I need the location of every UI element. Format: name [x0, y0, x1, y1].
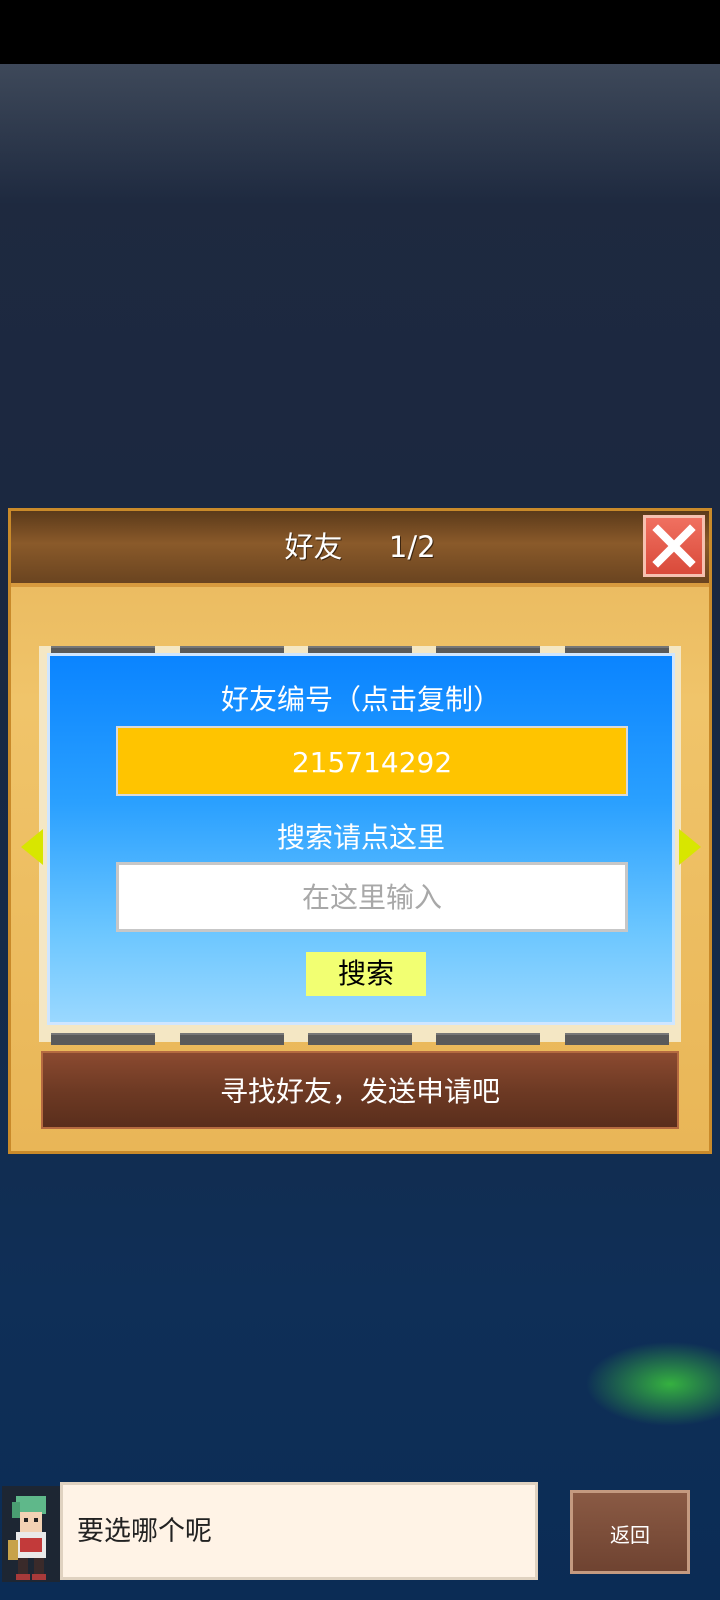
search-input[interactable]	[116, 862, 628, 932]
tab-slot	[179, 1033, 284, 1045]
page-indicator: 1/2	[388, 530, 436, 564]
avatar	[2, 1486, 60, 1582]
background-haze	[0, 64, 720, 204]
dialog-title: 好友 1/2	[11, 511, 709, 583]
arrow-right-icon[interactable]	[679, 829, 701, 865]
tab-slot	[436, 1033, 541, 1045]
arrow-left-icon[interactable]	[21, 829, 43, 865]
tab-strip-bottom	[39, 1033, 681, 1045]
tab-slot	[564, 1033, 669, 1045]
friend-id-copy-button[interactable]: 215714292	[116, 726, 628, 796]
friend-dialog: 好友 1/2 好友编号（点击复制） 215714292 搜索请点这里 搜索 寻找…	[8, 508, 712, 1154]
dialog-title-text: 好友	[284, 530, 343, 564]
info-bar: 寻找好友，发送申请吧	[41, 1051, 679, 1129]
tab-slot	[51, 1033, 156, 1045]
friend-search-panel: 好友编号（点击复制） 215714292 搜索请点这里 搜索	[47, 653, 675, 1025]
friend-id-label: 好友编号（点击复制）	[220, 683, 501, 716]
dialog-header: 好友 1/2	[11, 511, 709, 587]
message-bubble: 要选哪个呢	[60, 1482, 538, 1580]
search-button[interactable]: 搜索	[306, 952, 426, 996]
status-bar	[0, 0, 720, 64]
close-button[interactable]	[643, 515, 705, 577]
close-icon	[652, 524, 696, 568]
tab-slot	[307, 1033, 412, 1045]
message-text: 要选哪个呢	[77, 1516, 212, 1547]
back-button[interactable]: 返回	[570, 1490, 690, 1574]
search-label: 搜索请点这里	[276, 821, 445, 854]
character-sprite	[2, 1486, 60, 1582]
